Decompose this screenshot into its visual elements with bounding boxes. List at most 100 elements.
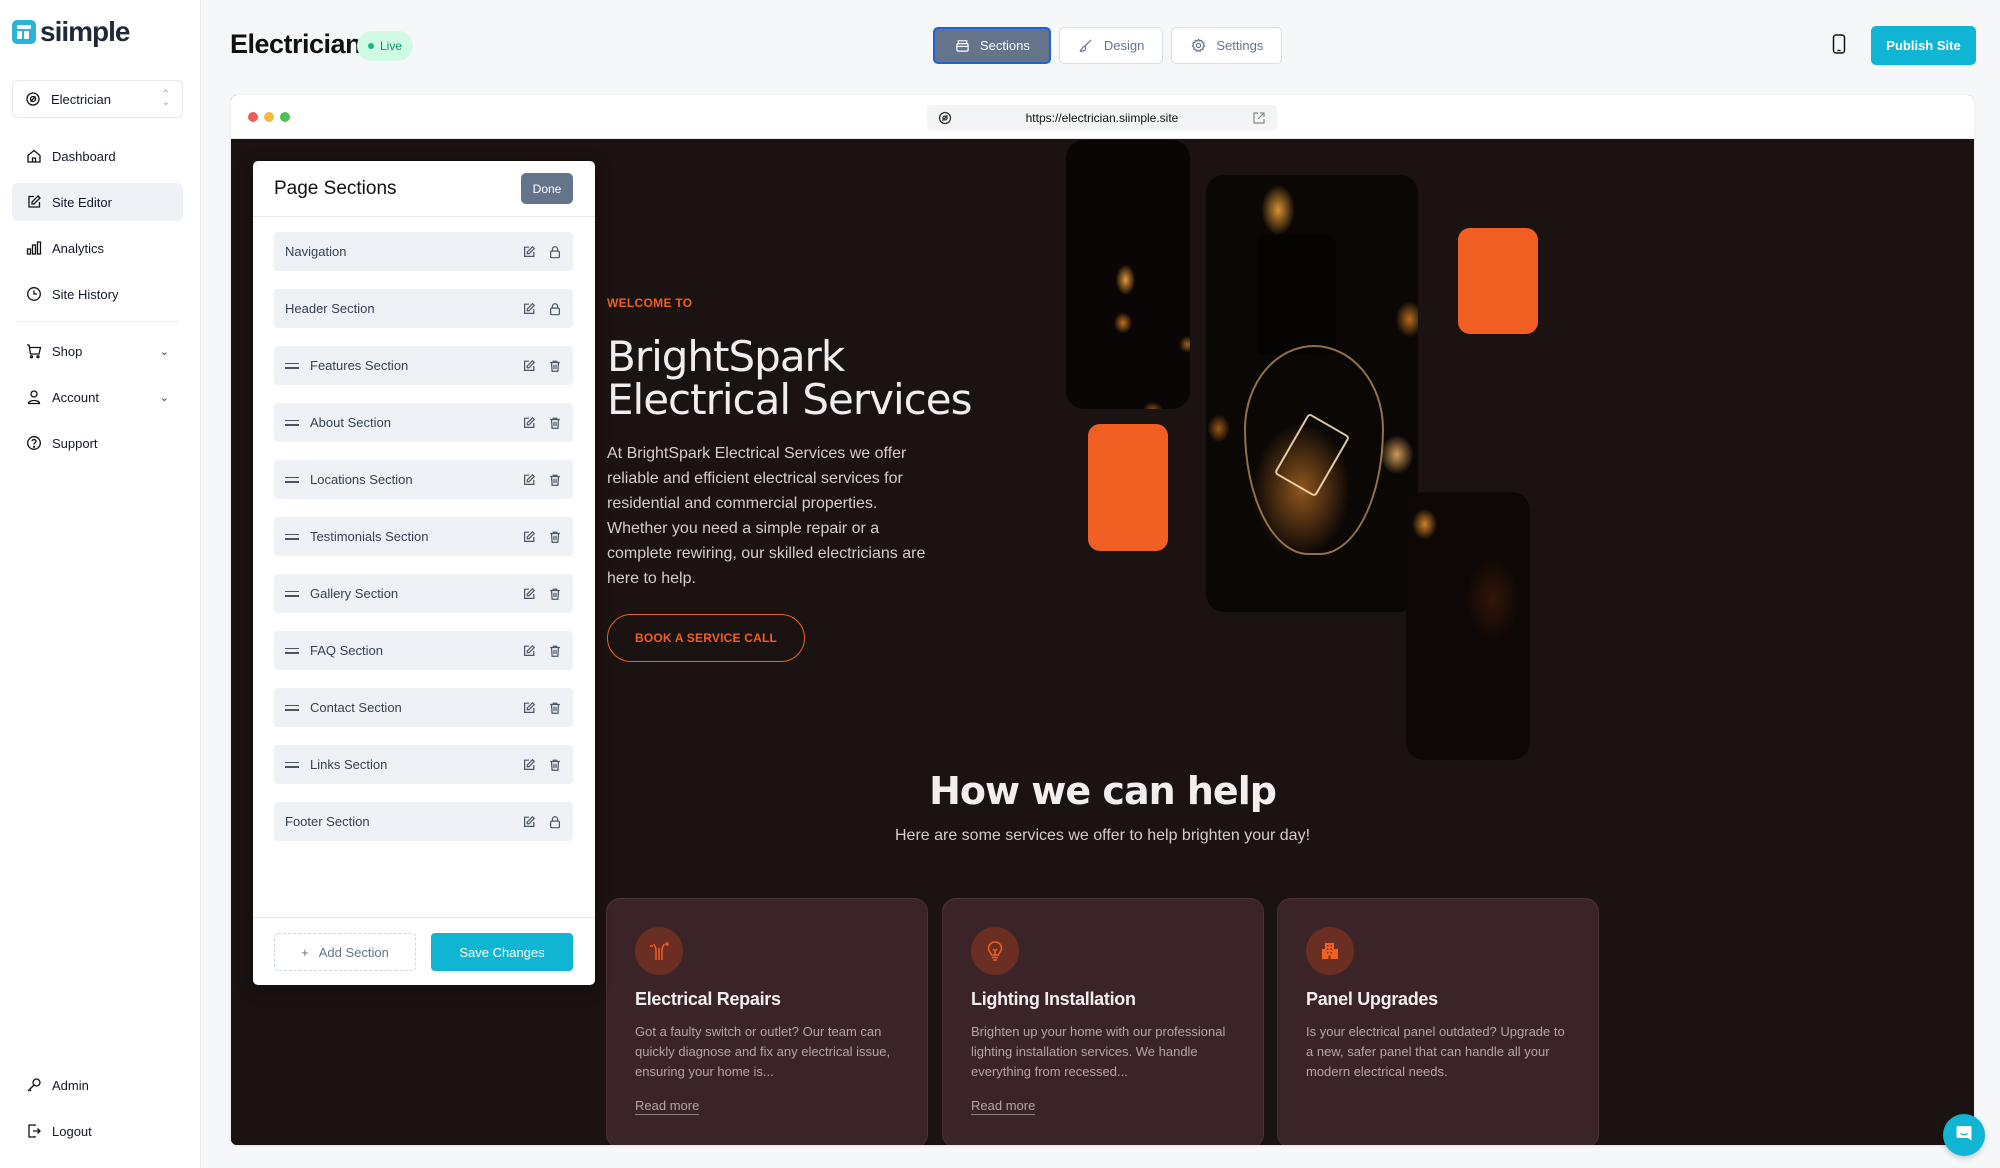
edit-icon[interactable] — [522, 587, 536, 601]
trash-icon[interactable] — [548, 587, 562, 601]
site-selector-value: Electrician — [51, 91, 111, 107]
tab-design[interactable]: Design — [1058, 27, 1164, 64]
save-changes-button[interactable]: Save Changes — [431, 933, 573, 971]
section-item[interactable]: Header Section — [274, 289, 573, 328]
sidebar-item-label: Account — [52, 389, 99, 405]
section-item-label: FAQ Section — [310, 643, 383, 658]
book-service-call-button[interactable]: BOOK A SERVICE CALL — [607, 614, 805, 662]
sidebar-item-analytics[interactable]: Analytics — [12, 229, 183, 267]
edit-icon[interactable] — [522, 701, 536, 715]
key-icon — [26, 1077, 42, 1093]
read-more-link[interactable]: Read more — [635, 1098, 700, 1115]
edit-icon[interactable] — [522, 302, 536, 316]
section-item[interactable]: FAQ Section — [274, 631, 573, 670]
done-button[interactable]: Done — [521, 173, 573, 204]
drag-handle-icon[interactable] — [285, 761, 299, 768]
mobile-icon — [1832, 33, 1846, 59]
drag-handle-icon[interactable] — [285, 419, 299, 426]
sections-list: Navigation Header Section Features Section… — [274, 232, 573, 859]
lock-icon — [548, 302, 562, 316]
logo-text: siimple — [40, 16, 130, 47]
url-bar: https://electrician.siimple.site — [927, 105, 1277, 130]
trash-icon[interactable] — [548, 758, 562, 772]
trash-icon[interactable] — [548, 644, 562, 658]
edit-icon[interactable] — [522, 416, 536, 430]
drag-handle-icon[interactable] — [285, 362, 299, 369]
section-actions — [522, 530, 562, 544]
section-item-label: About Section — [310, 415, 391, 430]
section-item[interactable]: Features Section — [274, 346, 573, 385]
status-badge: Live — [357, 31, 414, 61]
site-icon — [25, 91, 41, 107]
bulb-socket — [1258, 235, 1336, 355]
trash-icon[interactable] — [548, 530, 562, 544]
mobile-preview-toggle[interactable] — [1830, 33, 1848, 59]
sidebar-nav: Dashboard Site Editor Analytics Site His… — [12, 137, 183, 470]
tab-settings[interactable]: Settings — [1171, 27, 1283, 64]
hero-image-bokeh-right — [1406, 492, 1530, 760]
service-card-body: Is your electrical panel outdated? Upgra… — [1306, 1024, 1565, 1079]
section-item[interactable]: Gallery Section — [274, 574, 573, 613]
edit-icon[interactable] — [522, 359, 536, 373]
add-section-button[interactable]: + Add Section — [274, 933, 416, 971]
service-card: Lighting Installation Brighten up your h… — [942, 898, 1264, 1145]
edit-icon[interactable] — [522, 644, 536, 658]
external-link-icon[interactable] — [1251, 110, 1267, 126]
sidebar-item-site-editor[interactable]: Site Editor — [12, 183, 183, 221]
section-item[interactable]: Testimonials Section — [274, 517, 573, 556]
sidebar-item-site-history[interactable]: Site History — [12, 275, 183, 313]
sidebar: siimple Electrician ⌃ ⌄ Dashboard Site Ed… — [0, 0, 201, 1168]
lock-icon — [548, 815, 562, 829]
section-item[interactable]: Links Section — [274, 745, 573, 784]
service-card: Panel Upgrades Is your electrical panel … — [1277, 898, 1599, 1145]
sidebar-item-support[interactable]: Support — [12, 424, 183, 462]
section-item[interactable]: Footer Section — [274, 802, 573, 841]
edit-icon[interactable] — [522, 245, 536, 259]
section-item[interactable]: About Section — [274, 403, 573, 442]
chat-icon — [1955, 1124, 1973, 1147]
service-card-title: Electrical Repairs — [635, 989, 781, 1009]
tab-sections[interactable]: Sections — [933, 27, 1051, 64]
section-item[interactable]: Navigation — [274, 232, 573, 271]
trash-icon[interactable] — [548, 701, 562, 715]
read-more-link[interactable]: Read more — [971, 1098, 1036, 1115]
section-item[interactable]: Contact Section — [274, 688, 573, 727]
sidebar-item-dashboard[interactable]: Dashboard — [12, 137, 183, 175]
sidebar-item-admin[interactable]: Admin — [12, 1066, 183, 1104]
section-item[interactable]: Locations Section — [274, 460, 573, 499]
sidebar-item-label: Dashboard — [52, 148, 116, 164]
status-dot — [368, 43, 374, 49]
edit-icon[interactable] — [522, 473, 536, 487]
sidebar-item-account[interactable]: Account ⌄ — [12, 378, 183, 416]
edit-icon[interactable] — [522, 530, 536, 544]
gear-icon — [1190, 38, 1206, 54]
edit-icon[interactable] — [522, 815, 536, 829]
drag-handle-icon[interactable] — [285, 476, 299, 483]
edit-icon[interactable] — [522, 758, 536, 772]
logo[interactable]: siimple — [12, 16, 130, 48]
chat-support-button[interactable] — [1943, 1114, 1985, 1156]
section-item-label: Links Section — [310, 757, 388, 772]
trash-icon[interactable] — [548, 473, 562, 487]
edit-icon — [26, 194, 42, 210]
drag-handle-icon[interactable] — [285, 704, 299, 711]
drag-handle-icon[interactable] — [285, 533, 299, 540]
decorative-orange-block — [1088, 424, 1168, 551]
section-item-label: Header Section — [285, 301, 375, 316]
service-card-body: Got a faulty switch or outlet? Our team … — [635, 1024, 891, 1079]
drag-handle-icon[interactable] — [285, 647, 299, 654]
section-actions — [522, 473, 562, 487]
publish-site-button[interactable]: Publish Site — [1871, 26, 1976, 65]
drag-handle-icon[interactable] — [285, 590, 299, 597]
tab-label: Sections — [980, 38, 1030, 53]
sidebar-item-shop[interactable]: Shop ⌄ — [12, 332, 183, 370]
site-selector[interactable]: Electrician ⌃ ⌄ — [12, 80, 183, 118]
hero-image-bokeh-left — [1066, 140, 1190, 409]
trash-icon[interactable] — [548, 416, 562, 430]
section-item-label: Gallery Section — [310, 586, 399, 601]
maximize-dot — [280, 112, 290, 122]
section-actions — [522, 416, 562, 430]
trash-icon[interactable] — [548, 359, 562, 373]
section-item-label: Navigation — [285, 244, 347, 259]
sidebar-item-logout[interactable]: Logout — [12, 1112, 183, 1150]
